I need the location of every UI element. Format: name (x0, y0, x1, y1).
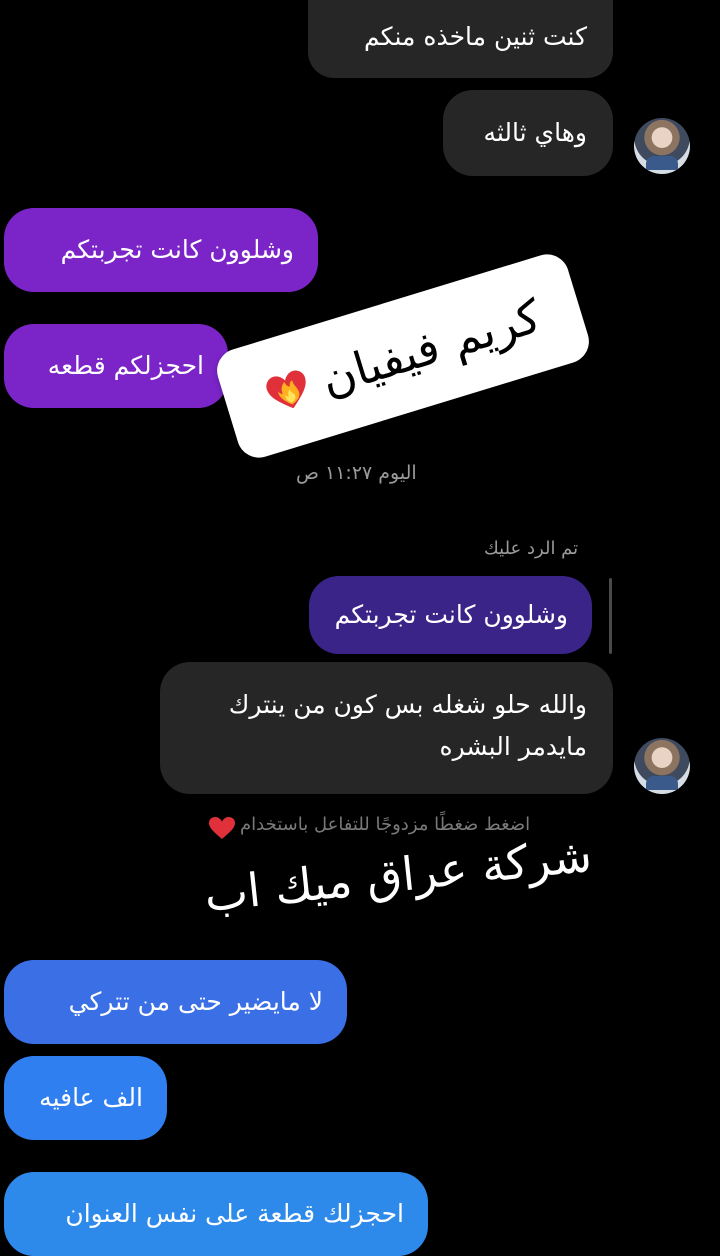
outgoing-message[interactable]: احجزلك قطعة على نفس العنوان (4, 1172, 428, 1256)
outgoing-message[interactable]: لا مايضير حتى من تتركي (4, 960, 347, 1044)
burning-heart-icon (261, 366, 315, 417)
reply-indicator-bar (609, 578, 612, 654)
incoming-message[interactable]: وهاي ثالثه (443, 90, 613, 176)
replied-to-message[interactable]: وشلوون كانت تجربتكم (309, 576, 592, 654)
outgoing-message[interactable]: احجزلكم قطعه (4, 324, 228, 408)
timestamp: اليوم ١١:٢٧ ص (296, 462, 417, 484)
sticker-text: كريم فيفيان (314, 288, 547, 407)
sender-avatar[interactable] (634, 738, 690, 794)
overlay-caption: شركة عراق ميك اب (201, 827, 595, 923)
incoming-message[interactable]: كنت ثنين ماخذه منكم (308, 0, 613, 78)
outgoing-message[interactable]: وشلوون كانت تجربتكم (4, 208, 318, 292)
heart-icon (209, 817, 235, 839)
outgoing-message[interactable]: الف عافيه (4, 1056, 167, 1140)
reaction-hint: اضغط ضغطًا مزدوجًا للتفاعل باستخدام (240, 814, 531, 835)
reply-label: تم الرد عليك (484, 538, 579, 559)
incoming-message[interactable]: والله حلو شغله بس كون من ينترك مايدمر ال… (160, 662, 613, 794)
sender-avatar[interactable] (634, 118, 690, 174)
